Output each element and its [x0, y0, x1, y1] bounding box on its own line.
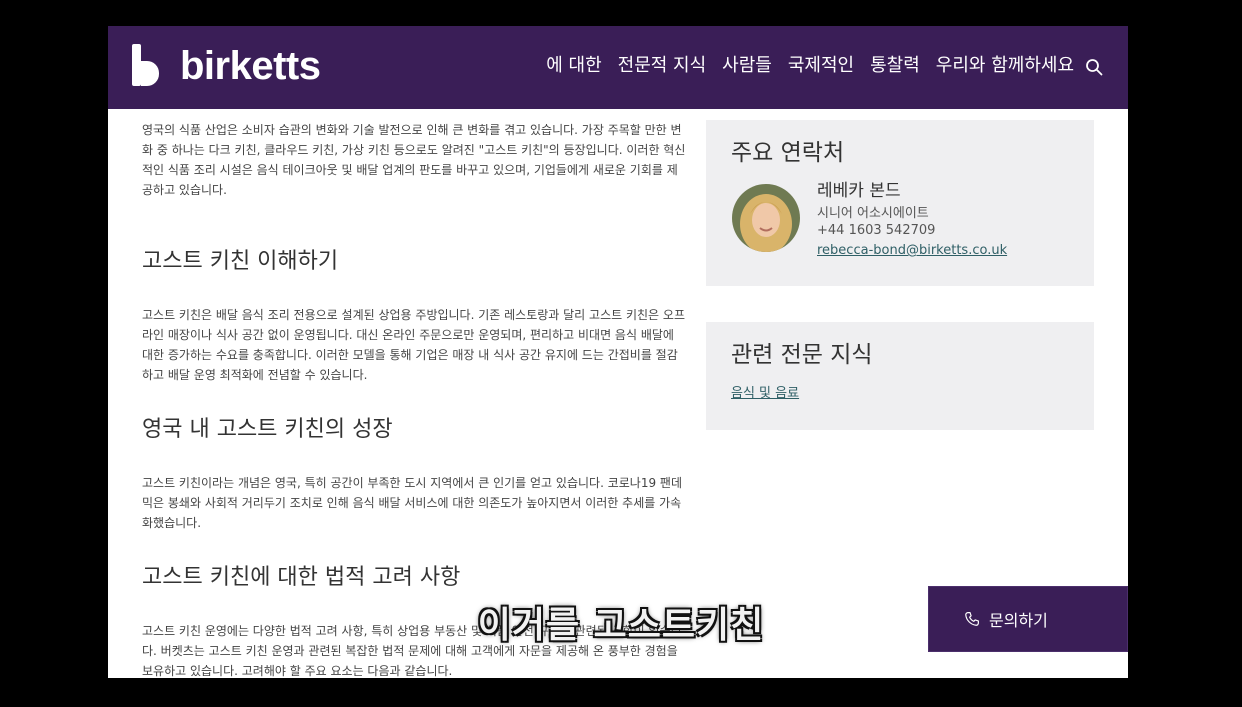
contact-email-link[interactable]: rebecca-bond@birketts.co.uk [817, 243, 1007, 258]
section-heading: 영국 내 고스트 키친의 성장 [142, 417, 393, 442]
logo-mark-icon [132, 44, 160, 86]
search-icon[interactable] [1085, 58, 1103, 76]
article-intro: 영국의 식품 산업은 소비자 습관의 변화와 기술 발전으로 인해 큰 변화를 … [142, 123, 686, 197]
main-nav: 에 대한 전문적 지식 사람들 국제적인 통찰력 우리와 함께하세요 [546, 54, 1074, 78]
nav-item-join-us[interactable]: 우리와 함께하세요 [936, 54, 1074, 78]
section-body: 고스트 키친이라는 개념은 영국, 특히 공간이 부족한 도시 지역에서 큰 인… [142, 476, 682, 530]
expertise-link-food-drink[interactable]: 음식 및 음료 [731, 382, 799, 401]
video-subtitle: 이거를 고스트키친 [477, 605, 765, 646]
nav-item-international[interactable]: 국제적인 [788, 54, 854, 78]
nav-item-about[interactable]: 에 대한 [546, 54, 601, 78]
related-expertise-title: 관련 전문 지식 [731, 342, 873, 368]
section-body: 고스트 키친은 배달 음식 조리 전용으로 설계된 상업용 주방입니다. 기존 … [142, 308, 685, 382]
key-contact-title: 주요 연락처 [731, 140, 845, 166]
contact-role: 시니어 어소시에이트 [817, 206, 929, 221]
nav-item-insights[interactable]: 통찰력 [870, 54, 920, 78]
nav-item-people[interactable]: 사람들 [722, 54, 772, 78]
contact-avatar[interactable] [732, 184, 800, 252]
browser-viewport: birketts 에 대한 전문적 지식 사람들 국제적인 통찰력 우리와 함께… [108, 26, 1128, 678]
site-header: birketts 에 대한 전문적 지식 사람들 국제적인 통찰력 우리와 함께… [108, 26, 1128, 109]
contact-phone[interactable]: +44 1603 542709 [817, 223, 935, 238]
nav-item-expertise[interactable]: 전문적 지식 [618, 54, 707, 78]
logo-text: birketts [180, 44, 321, 88]
section-heading: 고스트 키친 이해하기 [142, 249, 339, 274]
section-heading: 고스트 키친에 대한 법적 고려 사항 [142, 565, 461, 590]
contact-name[interactable]: 레베카 본드 [817, 176, 901, 201]
key-contact-card: 주요 연락처 레베카 본드 시니어 어소시에이트 +44 1603 542709… [706, 120, 1094, 286]
related-expertise-card: 관련 전문 지식 음식 및 음료 [706, 322, 1094, 430]
birketts-logo[interactable]: birketts [132, 44, 321, 86]
